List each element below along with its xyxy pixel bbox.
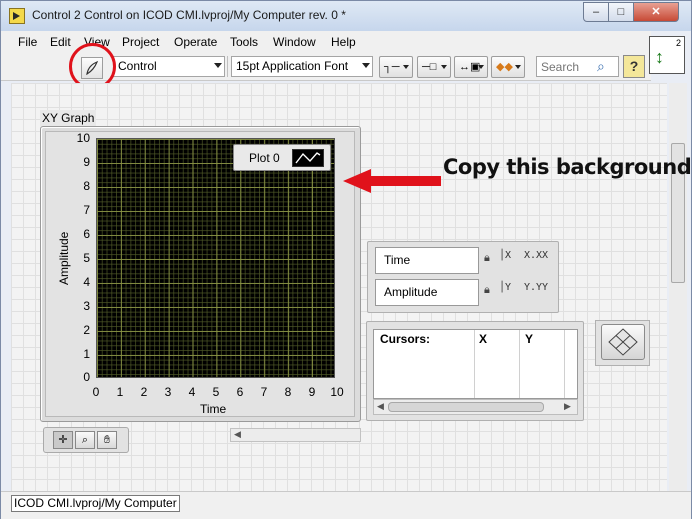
search-icon[interactable]: ⌕ <box>597 58 605 75</box>
plot-legend[interactable]: Plot 0 <box>233 144 331 171</box>
reorder-button[interactable]: ◆◆ <box>491 56 525 78</box>
column-divider <box>519 330 520 398</box>
menu-project[interactable]: Project <box>122 35 159 49</box>
plot-area[interactable] <box>96 138 335 378</box>
control-select-value: Control <box>118 59 157 73</box>
x-tick-label: 8 <box>284 385 292 399</box>
annotation-text: Copy this background <box>443 155 692 179</box>
y-tick-label: 2 <box>83 323 90 337</box>
y-autoscale-icon[interactable]: │Y <box>499 282 511 293</box>
y-format-button[interactable]: Y.YY <box>524 282 548 293</box>
scroll-left-icon[interactable]: ◀ <box>234 429 241 440</box>
align-objects-button[interactable]: ┐─ <box>379 56 413 78</box>
labview-app-icon <box>9 8 25 24</box>
window-title: Control 2 Control on ICOD CMI.lvproj/My … <box>32 8 346 22</box>
context-help-button[interactable]: ? <box>623 55 645 78</box>
y-tick-label: 7 <box>83 203 90 217</box>
font-select[interactable]: 15pt Application Font <box>231 56 373 77</box>
x-tick-label: 10 <box>330 385 344 399</box>
x-scale-name[interactable]: Time <box>375 247 479 274</box>
column-divider <box>474 330 475 398</box>
x-tick-label: 1 <box>116 385 124 399</box>
cursor-header-x: X <box>479 332 488 346</box>
pan-hand-icon[interactable]: ✋︎ <box>97 431 117 449</box>
vi-symbol-icon: ↕ <box>655 47 664 67</box>
cursor-mover-button[interactable] <box>601 324 645 360</box>
lock-icon[interactable]: 🔒︎ <box>484 252 490 265</box>
chevron-down-icon <box>214 63 222 68</box>
panel-horizontal-scrollbar[interactable]: ◀ <box>230 428 361 442</box>
vi-number: 2 <box>675 38 681 48</box>
menu-file[interactable]: File <box>18 35 37 49</box>
vi-connector-icon[interactable]: 2 ↕ <box>649 36 685 74</box>
menu-help[interactable]: Help <box>331 35 356 49</box>
status-bar: ICOD CMI.lvproj/My Computer <box>1 491 691 519</box>
y-tick-label: 5 <box>83 251 90 265</box>
y-tick-label: 6 <box>83 227 90 241</box>
x-tick-label: 2 <box>140 385 148 399</box>
x-tick-label: 6 <box>236 385 244 399</box>
chevron-down-icon <box>441 65 447 69</box>
plot-line-icon[interactable] <box>292 149 324 167</box>
minimize-button[interactable]: – <box>583 2 609 22</box>
resize-objects-button[interactable]: ↔▣ <box>454 56 488 78</box>
cursor-header-y: Y <box>525 332 534 346</box>
search-input[interactable] <box>539 58 597 75</box>
distribute-objects-icon: ─□ <box>422 61 437 73</box>
y-tick-label: 1 <box>83 347 90 361</box>
close-button[interactable]: ✕ <box>633 2 679 22</box>
control-select[interactable]: Control <box>113 56 225 77</box>
y-scale-name[interactable]: Amplitude <box>375 279 479 306</box>
distribute-objects-button[interactable]: ─□ <box>417 56 451 78</box>
red-arrow-icon <box>343 169 441 193</box>
cursor-table[interactable]: Cursors: X Y <box>373 329 578 399</box>
y-tick-label: 3 <box>83 299 90 313</box>
menu-window[interactable]: Window <box>273 35 316 49</box>
y-tick-label: 9 <box>83 155 90 169</box>
chevron-down-icon <box>478 65 484 69</box>
scroll-right-icon[interactable]: ▶ <box>564 401 571 412</box>
menu-edit[interactable]: Edit <box>50 35 71 49</box>
graph-label: XY Graph <box>40 110 97 126</box>
labview-window: Control 2 Control on ICOD CMI.lvproj/My … <box>0 0 692 519</box>
cursor-horizontal-scrollbar[interactable]: ◀ ▶ <box>373 399 578 415</box>
x-autoscale-icon[interactable]: │X <box>499 250 511 261</box>
project-path: ICOD CMI.lvproj/My Computer <box>11 495 180 512</box>
x-tick-label: 0 <box>92 385 100 399</box>
x-tick-label: 7 <box>260 385 268 399</box>
x-tick-label: 5 <box>212 385 220 399</box>
scroll-left-icon[interactable]: ◀ <box>377 401 384 412</box>
font-select-value: 15pt Application Font <box>236 59 349 73</box>
y-tick-label: 0 <box>83 370 90 384</box>
title-bar: Control 2 Control on ICOD CMI.lvproj/My … <box>1 1 691 31</box>
diamond-icon <box>608 328 638 356</box>
column-divider <box>564 330 565 398</box>
align-objects-icon: ┐─ <box>384 61 400 73</box>
vertical-scrollbar[interactable] <box>669 83 687 491</box>
lock-icon[interactable]: 🔒︎ <box>484 284 490 297</box>
cursor-header-name: Cursors: <box>380 332 431 346</box>
cursor-move-icon[interactable]: ✛ <box>53 431 73 449</box>
toolbar-divider <box>227 56 228 77</box>
x-format-button[interactable]: X.XX <box>524 250 548 261</box>
menu-tools[interactable]: Tools <box>230 35 258 49</box>
reorder-icon: ◆◆ <box>496 61 513 73</box>
y-axis-label: Amplitude <box>57 231 71 285</box>
plot-legend-name: Plot 0 <box>249 151 280 165</box>
y-tick-label: 10 <box>76 131 90 145</box>
zoom-icon[interactable]: ⌕ <box>75 431 95 449</box>
menu-operate[interactable]: Operate <box>174 35 217 49</box>
chevron-down-icon <box>403 65 409 69</box>
x-axis-label: Time <box>200 402 227 416</box>
scrollbar-thumb[interactable] <box>388 402 544 412</box>
chevron-down-icon <box>362 63 370 68</box>
y-tick-label: 8 <box>83 179 90 193</box>
x-tick-label: 9 <box>308 385 316 399</box>
y-tick-label: 4 <box>83 275 90 289</box>
chevron-down-icon <box>515 65 521 69</box>
maximize-button[interactable]: □ <box>608 2 634 22</box>
x-tick-label: 3 <box>164 385 172 399</box>
search-box[interactable]: ⌕ <box>536 56 619 77</box>
x-tick-label: 4 <box>188 385 196 399</box>
